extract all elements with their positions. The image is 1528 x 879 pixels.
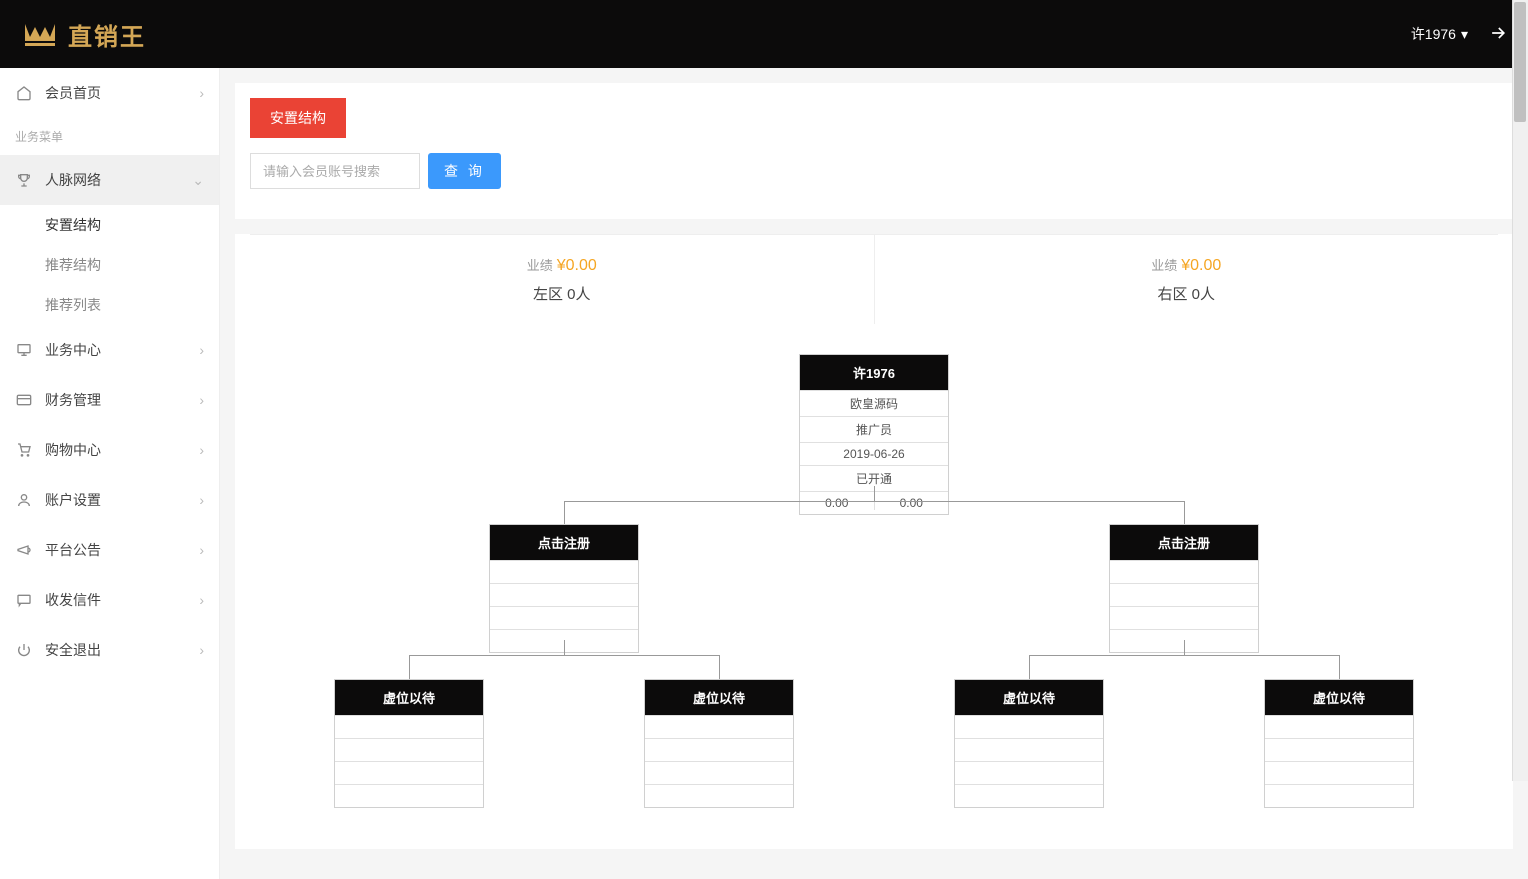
submenu-item-recommend-struct[interactable]: 推荐结构 [0, 245, 219, 285]
search-panel: 安置结构 查 询 [235, 83, 1513, 219]
megaphone-icon [15, 541, 33, 559]
sidebar-item-business[interactable]: 业务中心 › [0, 325, 219, 375]
search-button[interactable]: 查 询 [428, 153, 501, 189]
node-header: 许1976 [800, 355, 948, 390]
chevron-right-icon: › [199, 642, 204, 658]
tree-line [564, 640, 565, 655]
tab-structure[interactable]: 安置结构 [250, 98, 346, 138]
forward-icon[interactable] [1488, 23, 1508, 46]
sidebar-item-network[interactable]: 人脉网络 ⌄ [0, 155, 219, 205]
trophy-icon [15, 171, 33, 189]
cart-icon [15, 441, 33, 459]
sidebar: 会员首页 › 业务菜单 人脉网络 ⌄ 安置结构 推荐结构 推荐列表 业务中心 › [0, 68, 220, 879]
main-container: 会员首页 › 业务菜单 人脉网络 ⌄ 安置结构 推荐结构 推荐列表 业务中心 › [0, 68, 1528, 879]
monitor-icon [15, 341, 33, 359]
tree-line [874, 486, 875, 501]
search-row: 查 询 [250, 138, 1498, 204]
tree-node-vacant[interactable]: 虚位以待 [954, 679, 1104, 808]
stat-value: ¥0.00 [1181, 257, 1221, 274]
stat-left: 业绩 ¥0.00 左区 0人 [250, 235, 875, 324]
stat-label: 业绩 [1151, 258, 1177, 273]
user-dropdown[interactable]: 许1976 ▾ [1411, 24, 1468, 44]
chevron-right-icon: › [199, 542, 204, 558]
stat-right: 业绩 ¥0.00 右区 0人 [875, 235, 1499, 324]
tree-wrap: 许1976 欧皇源码 推广员 2019-06-26 已开通 0.000.00 点… [250, 324, 1498, 834]
tree-line [1184, 501, 1185, 524]
search-input[interactable] [250, 153, 420, 189]
tree-node-register[interactable]: 点击注册 [1109, 524, 1259, 653]
logo[interactable]: 直销王 [20, 17, 146, 52]
vertical-scrollbar[interactable] [1512, 0, 1528, 781]
node-header: 虚位以待 [335, 680, 483, 715]
sidebar-label: 收发信件 [45, 590, 101, 610]
tree-line [564, 501, 1184, 502]
user-name-label: 许1976 [1411, 24, 1456, 44]
sidebar-item-shop[interactable]: 购物中心 › [0, 425, 219, 475]
tree-line [564, 501, 565, 524]
stat-label: 业绩 [527, 258, 553, 273]
sidebar-item-home[interactable]: 会员首页 › [0, 68, 219, 118]
power-icon [15, 641, 33, 659]
stat-sub: 左区 0人 [250, 283, 874, 304]
sidebar-item-account[interactable]: 账户设置 › [0, 475, 219, 525]
submenu-network: 安置结构 推荐结构 推荐列表 [0, 205, 219, 325]
chevron-down-icon: ⌄ [192, 172, 204, 189]
tree-line [1339, 655, 1340, 679]
sidebar-label: 购物中心 [45, 440, 101, 460]
tree-line [409, 655, 719, 656]
tree-node-register[interactable]: 点击注册 [489, 524, 639, 653]
node-header: 虚位以待 [645, 680, 793, 715]
stat-sub: 右区 0人 [875, 283, 1499, 304]
chevron-right-icon: › [199, 392, 204, 408]
tree-line [409, 655, 410, 679]
submenu-item-recommend-list[interactable]: 推荐列表 [0, 285, 219, 325]
node-header: 虚位以待 [1265, 680, 1413, 715]
sidebar-label: 会员首页 [45, 83, 101, 103]
node-header: 点击注册 [490, 525, 638, 560]
home-icon [15, 84, 33, 102]
tree-line [1184, 640, 1185, 655]
tree-line [1029, 655, 1030, 679]
sidebar-item-notice[interactable]: 平台公告 › [0, 525, 219, 575]
sidebar-label: 账户设置 [45, 490, 101, 510]
tree-node-vacant[interactable]: 虚位以待 [334, 679, 484, 808]
tree-line [719, 655, 720, 679]
card-icon [15, 391, 33, 409]
sidebar-section-label: 业务菜单 [0, 118, 219, 155]
node-header: 点击注册 [1110, 525, 1258, 560]
chevron-right-icon: › [199, 592, 204, 608]
crown-icon [20, 19, 60, 49]
message-icon [15, 591, 33, 609]
brand-text: 直销王 [68, 17, 146, 52]
sidebar-label: 业务中心 [45, 340, 101, 360]
node-header: 虚位以待 [955, 680, 1103, 715]
sidebar-label: 财务管理 [45, 390, 101, 410]
tree-node-vacant[interactable]: 虚位以待 [644, 679, 794, 808]
stats-row: 业绩 ¥0.00 左区 0人 业绩 ¥0.00 右区 0人 [250, 234, 1498, 324]
sidebar-label: 安全退出 [45, 640, 101, 660]
chevron-right-icon: › [199, 85, 204, 101]
tree-node-vacant[interactable]: 虚位以待 [1264, 679, 1414, 808]
main-content: 安置结构 查 询 业绩 ¥0.00 左区 0人 业绩 ¥0.00 右区 0人 [220, 68, 1528, 879]
tree-line [1029, 655, 1339, 656]
chevron-right-icon: › [199, 492, 204, 508]
submenu-item-structure[interactable]: 安置结构 [0, 205, 219, 245]
top-header: 直销王 许1976 ▾ [0, 0, 1528, 68]
user-icon [15, 491, 33, 509]
caret-down-icon: ▾ [1461, 26, 1468, 43]
sidebar-label: 平台公告 [45, 540, 101, 560]
sidebar-item-logout[interactable]: 安全退出 › [0, 625, 219, 675]
tree-panel: 业绩 ¥0.00 左区 0人 业绩 ¥0.00 右区 0人 许1976 欧皇源码 推… [235, 234, 1513, 849]
chevron-right-icon: › [199, 442, 204, 458]
tree-inner: 许1976 欧皇源码 推广员 2019-06-26 已开通 0.000.00 点… [254, 354, 1494, 804]
sidebar-label: 人脉网络 [45, 170, 101, 190]
scrollbar-thumb[interactable] [1514, 2, 1526, 122]
sidebar-item-finance[interactable]: 财务管理 › [0, 375, 219, 425]
sidebar-item-mail[interactable]: 收发信件 › [0, 575, 219, 625]
stat-value: ¥0.00 [557, 257, 597, 274]
user-area: 许1976 ▾ [1411, 23, 1508, 46]
chevron-right-icon: › [199, 342, 204, 358]
